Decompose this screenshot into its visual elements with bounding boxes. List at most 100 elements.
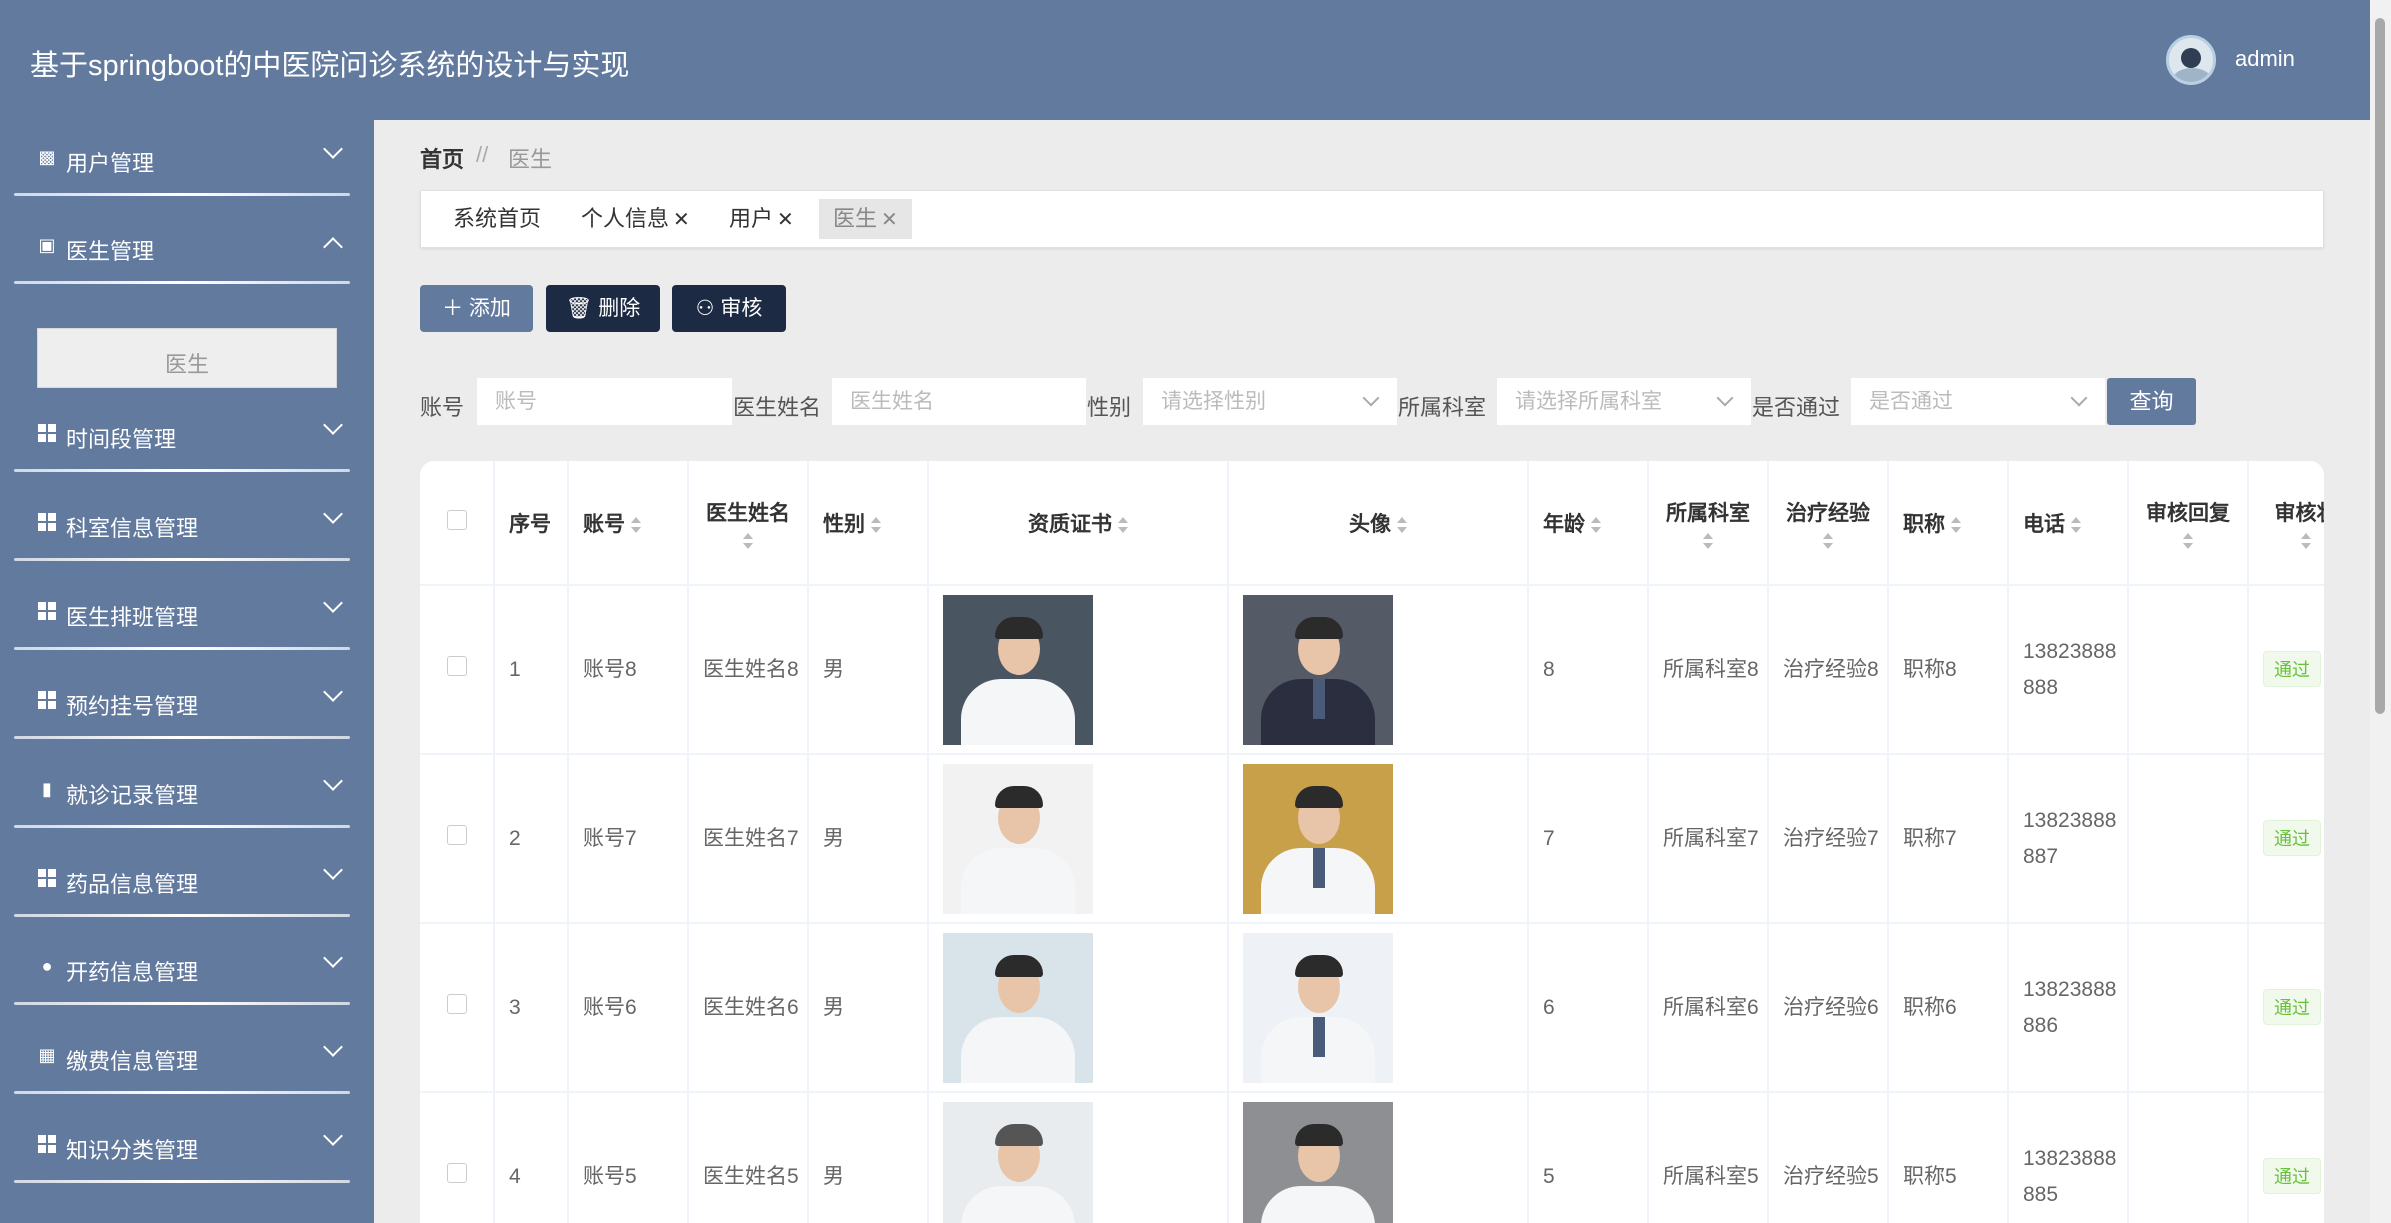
avatar-image[interactable]	[1243, 763, 1393, 914]
gender-select[interactable]: 请选择性别	[1143, 378, 1397, 425]
divider	[14, 825, 350, 828]
sidebar-item-payment[interactable]: ▦ 缴费信息管理	[0, 1018, 374, 1094]
chevron-down-icon	[323, 1126, 343, 1146]
tab-doctor[interactable]: 医生 ✕	[819, 199, 912, 239]
cell-experience: 治疗经验6	[1768, 923, 1889, 1093]
col-account[interactable]: 账号	[568, 461, 689, 586]
table-row[interactable]: 4 账号5 医生姓名5 男 5 所属科室5 治疗经验5 职称5 13823888…	[420, 1092, 2324, 1223]
sidebar-item-department[interactable]: 科室信息管理	[0, 485, 374, 561]
sidebar-item-visit-records[interactable]: ▮ 就诊记录管理	[0, 752, 374, 828]
sidebar-item-prescription[interactable]: ● 开药信息管理	[0, 929, 374, 1005]
sidebar-item-user-management[interactable]: ▩ 用户管理	[0, 120, 374, 196]
department-select[interactable]: 请选择所属科室	[1497, 378, 1751, 425]
cell-audit-reply	[2128, 585, 2249, 755]
cell-title: 职称8	[1888, 585, 2009, 755]
col-audit-status[interactable]: 审核状	[2248, 461, 2324, 586]
close-icon[interactable]: ✕	[881, 209, 898, 231]
status-badge: 通过	[2263, 989, 2321, 1025]
cell-index: 1	[494, 585, 569, 755]
cell-account: 账号6	[568, 923, 689, 1093]
cell-department: 所属科室7	[1648, 754, 1769, 924]
scrollbar-thumb[interactable]	[2375, 18, 2385, 714]
breadcrumb-home[interactable]: 首页	[420, 142, 464, 174]
sort-icon	[743, 532, 753, 549]
select-all-checkbox[interactable]	[420, 461, 495, 586]
cell-gender: 男	[808, 923, 929, 1093]
username-label[interactable]: admin	[2235, 46, 2295, 72]
close-icon[interactable]: ✕	[777, 209, 794, 231]
sidebar-item-label: 缴费信息管理	[66, 1049, 199, 1074]
row-checkbox[interactable]	[446, 1162, 467, 1183]
sidebar-item-schedule[interactable]: 医生排班管理	[0, 574, 374, 650]
table-row[interactable]: 2 账号7 医生姓名7 男 7 所属科室7 治疗经验7 职称7 13823888…	[420, 754, 2324, 924]
cell-avatar	[1228, 754, 1529, 924]
admin-avatar[interactable]	[2166, 35, 2216, 85]
avatar-image[interactable]	[1243, 1101, 1393, 1223]
certificate-image[interactable]	[943, 594, 1093, 745]
cell-phone: 13823888885	[2008, 1092, 2129, 1223]
breadcrumb-current: 医生	[508, 147, 553, 172]
sidebar-item-doctor-management[interactable]: ▣ 医生管理	[0, 208, 374, 284]
sidebar-item-time-slot[interactable]: 时间段管理	[0, 396, 374, 472]
cell-phone: 13823888886	[2008, 923, 2129, 1093]
tab-system-home[interactable]: 系统首页	[439, 199, 555, 239]
chevron-down-icon	[323, 948, 343, 968]
col-age[interactable]: 年龄	[1528, 461, 1649, 586]
row-checkbox[interactable]	[446, 655, 467, 676]
row-checkbox[interactable]	[446, 824, 467, 845]
col-gender[interactable]: 性别	[808, 461, 929, 586]
query-button[interactable]: 查询	[2107, 378, 2196, 425]
col-experience[interactable]: 治疗经验	[1768, 461, 1889, 586]
tab-personal-info[interactable]: 个人信息 ✕	[567, 199, 704, 239]
table-row[interactable]: 1 账号8 医生姓名8 男 8 所属科室8 治疗经验8 职称8 13823888…	[420, 585, 2324, 755]
tab-user[interactable]: 用户 ✕	[715, 199, 808, 239]
certificate-image[interactable]	[943, 763, 1093, 914]
divider	[14, 558, 350, 561]
filter-label: 所属科室	[1398, 395, 1487, 420]
user-icon: ●	[41, 956, 53, 976]
row-checkbox[interactable]	[446, 993, 467, 1014]
col-department[interactable]: 所属科室	[1648, 461, 1769, 586]
divider	[14, 1180, 350, 1183]
cell-avatar	[1228, 923, 1529, 1093]
trash-icon: 🗑	[565, 297, 599, 320]
sort-icon	[2183, 532, 2193, 549]
sidebar-item-appointment[interactable]: 预约挂号管理	[0, 663, 374, 739]
table-row[interactable]: 3 账号6 医生姓名6 男 6 所属科室6 治疗经验6 职称6 13823888…	[420, 923, 2324, 1093]
sidebar-item-knowledge[interactable]: 知识分类管理	[0, 1107, 374, 1183]
col-title[interactable]: 职称	[1888, 461, 2009, 586]
col-certificate[interactable]: 资质证书	[928, 461, 1229, 586]
cell-title: 职称6	[1888, 923, 2009, 1093]
pass-status-select[interactable]: 是否通过	[1851, 378, 2105, 425]
doctor-name-input[interactable]	[832, 378, 1086, 425]
cell-department: 所属科室5	[1648, 1092, 1769, 1223]
cell-experience: 治疗经验7	[1768, 754, 1889, 924]
col-doctor-name[interactable]: 医生姓名	[688, 461, 809, 586]
col-avatar[interactable]: 头像	[1228, 461, 1529, 586]
cell-certificate	[928, 923, 1229, 1093]
certificate-image[interactable]	[943, 1101, 1093, 1223]
delete-button[interactable]: 🗑 删除	[546, 285, 660, 332]
sidebar-item-medicine[interactable]: 药品信息管理	[0, 841, 374, 917]
page-scrollbar[interactable]	[2370, 0, 2391, 1223]
avatar-image[interactable]	[1243, 932, 1393, 1083]
submenu-item-doctor[interactable]: 医生	[37, 328, 337, 388]
cell-gender: 男	[808, 1092, 929, 1223]
close-icon[interactable]: ✕	[673, 209, 690, 231]
cell-audit-status: 通过	[2248, 585, 2324, 755]
audit-button[interactable]: ⚇ 审核	[672, 285, 786, 332]
cell-name: 医生姓名8	[688, 585, 809, 755]
add-button[interactable]: ＋ 添加	[420, 285, 533, 332]
account-input[interactable]	[477, 378, 732, 425]
col-phone[interactable]: 电话	[2008, 461, 2129, 586]
certificate-image[interactable]	[943, 932, 1093, 1083]
col-audit-reply[interactable]: 审核回复	[2128, 461, 2249, 586]
chevron-down-icon	[323, 593, 343, 613]
cell-index: 3	[494, 923, 569, 1093]
filter-label: 账号	[420, 395, 465, 420]
cell-index: 2	[494, 754, 569, 924]
chevron-down-icon	[323, 504, 343, 524]
avatar-image[interactable]	[1243, 594, 1393, 745]
sidebar-item-label: 医生管理	[66, 239, 155, 264]
cell-certificate	[928, 1092, 1229, 1223]
